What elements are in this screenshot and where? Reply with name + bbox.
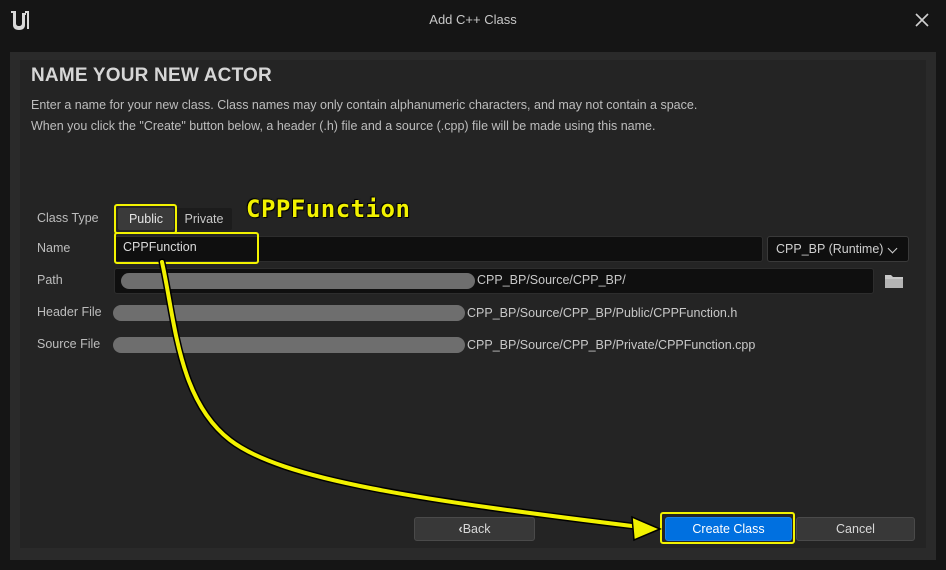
cancel-button[interactable]: Cancel (796, 517, 915, 541)
path-visible-text: CPP_BP/Source/CPP_BP/ (477, 273, 626, 287)
close-icon (915, 13, 929, 27)
source-file-path: CPP_BP/Source/CPP_BP/Private/CPPFunction… (467, 338, 756, 352)
redacted-source-path-segment (113, 337, 465, 353)
back-button-label: Back (462, 522, 491, 536)
class-name-input[interactable] (114, 236, 763, 262)
module-dropdown[interactable]: CPP_BP (Runtime) (767, 236, 909, 262)
header-file-path: CPP_BP/Source/CPP_BP/Public/CPPFunction.… (467, 306, 738, 320)
description-line-1: Enter a name for your new class. Class n… (31, 98, 698, 112)
close-button[interactable] (912, 9, 932, 31)
back-button[interactable]: ‹Back (414, 517, 535, 541)
page-heading: NAME YOUR NEW ACTOR (31, 65, 272, 86)
source-file-label: Source File (37, 337, 101, 351)
header-file-label: Header File (37, 305, 102, 319)
chevron-down-icon (887, 243, 898, 254)
module-selected-value: CPP_BP (Runtime) (776, 242, 884, 256)
create-class-button[interactable]: Create Class (665, 517, 792, 541)
folder-icon[interactable] (885, 274, 903, 288)
class-type-private-button[interactable]: Private (176, 208, 232, 230)
redacted-path-segment (121, 273, 475, 289)
path-label: Path (37, 273, 63, 287)
annotation-label: CPPFunction (246, 195, 411, 223)
dialog-panel (20, 60, 926, 548)
class-name-value[interactable]: CPPFunction (123, 240, 197, 254)
description-line-2: When you click the "Create" button below… (31, 119, 656, 133)
window-title: Add C++ Class (429, 12, 517, 27)
redacted-header-path-segment (113, 305, 465, 321)
class-type-public-button[interactable]: Public (118, 208, 174, 230)
class-type-label: Class Type (37, 211, 99, 225)
name-label: Name (37, 241, 71, 255)
title-bar: Add C++ Class (0, 0, 946, 40)
